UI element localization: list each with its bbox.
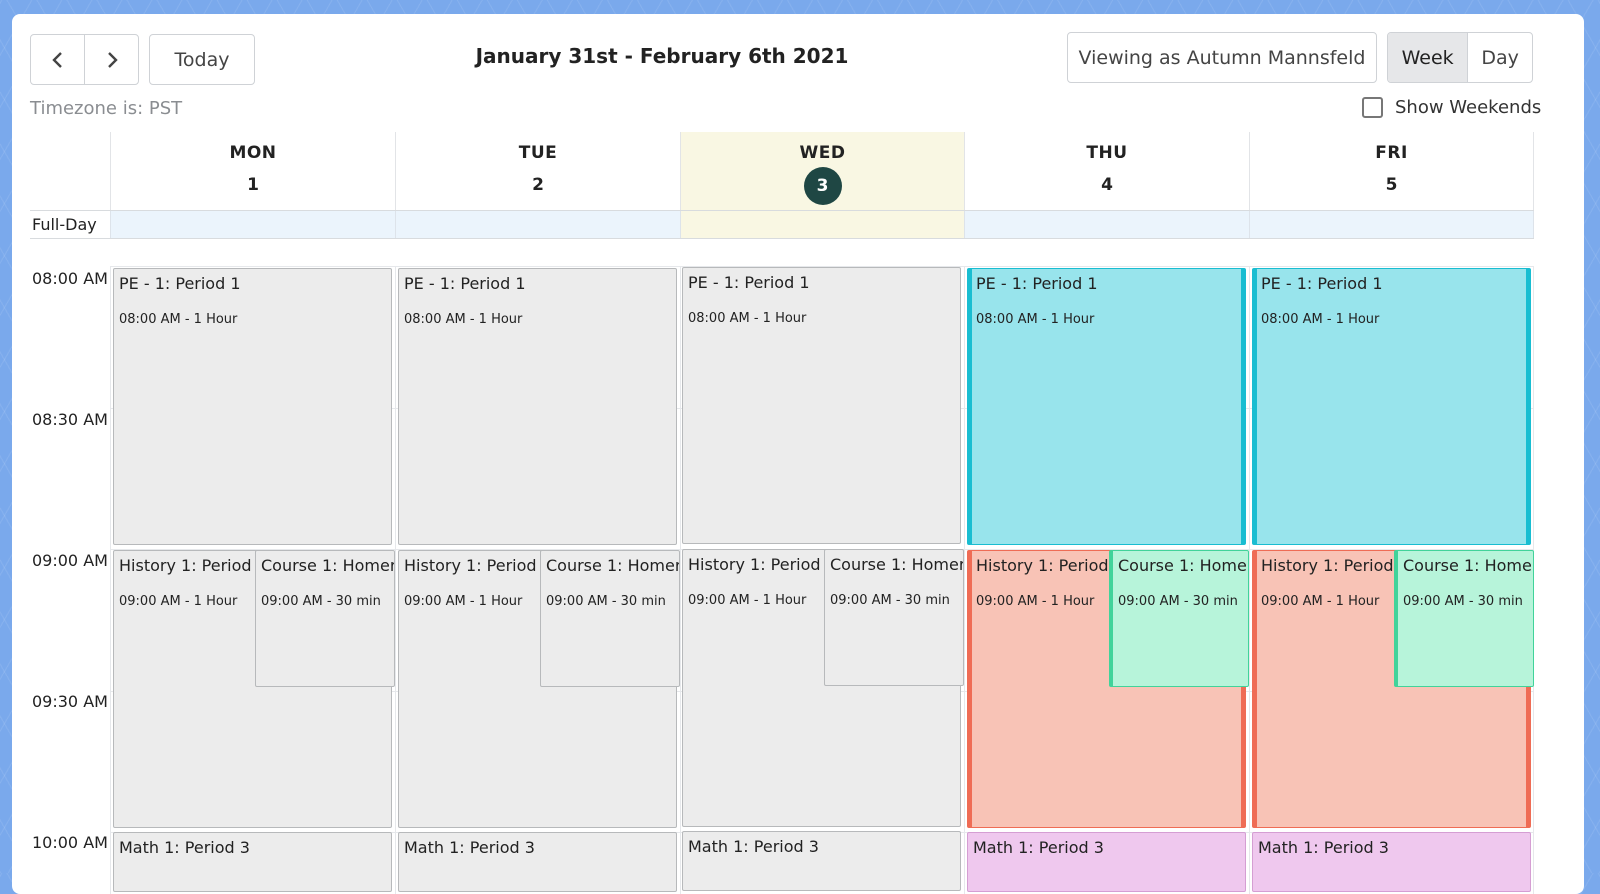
event-pe-wed[interactable]: PE - 1: Period 1 08:00 AM - 1 Hour <box>682 267 961 544</box>
day-header-thu[interactable]: THU 4 <box>964 132 1249 210</box>
day-name: TUE <box>518 143 558 163</box>
week-view-button[interactable]: Week <box>1388 33 1468 82</box>
event-title: History 1: Period 2 <box>1261 556 1409 575</box>
grid-line <box>395 266 396 894</box>
event-title: History 1: Period 2 <box>404 556 552 575</box>
event-math-fri[interactable]: Math 1: Period 3 <box>1252 832 1531 892</box>
event-pe-mon[interactable]: PE - 1: Period 1 08:00 AM - 1 Hour <box>113 268 392 545</box>
show-weekends-checkbox[interactable] <box>1362 97 1383 118</box>
event-title: PE - 1: Period 1 <box>1261 274 1383 293</box>
event-title: Math 1: Period 3 <box>973 838 1104 857</box>
event-title: Course 1: Homeroom <box>261 556 394 575</box>
day-number: 4 <box>1101 175 1113 195</box>
event-math-wed[interactable]: Math 1: Period 3 <box>682 831 961 891</box>
time-label: 09:30 AM <box>32 692 108 711</box>
event-title: Course 1: Homeroom <box>830 555 963 574</box>
event-time: 09:00 AM - 30 min <box>1403 594 1523 609</box>
view-switcher: Week Day <box>1387 32 1533 83</box>
event-title: Math 1: Period 3 <box>404 838 535 857</box>
day-header-fri[interactable]: FRI 5 <box>1249 132 1534 210</box>
event-title: Course 1: Homeroom <box>546 556 679 575</box>
event-time: 09:00 AM - 1 Hour <box>404 594 523 609</box>
event-pe-fri[interactable]: PE - 1: Period 1 08:00 AM - 1 Hour <box>1252 268 1531 545</box>
event-time: 08:00 AM - 1 Hour <box>404 312 523 327</box>
next-week-button[interactable] <box>84 35 138 84</box>
event-math-tue[interactable]: Math 1: Period 3 <box>398 832 677 892</box>
day-header-mon[interactable]: MON 1 <box>110 132 395 210</box>
event-time: 09:00 AM - 1 Hour <box>688 593 807 608</box>
time-label: 10:00 AM <box>32 833 108 852</box>
day-number: 1 <box>247 175 259 195</box>
day-name: FRI <box>1375 143 1408 163</box>
event-title: PE - 1: Period 1 <box>688 273 810 292</box>
event-homeroom-mon[interactable]: Course 1: Homeroom 09:00 AM - 30 min <box>255 550 395 687</box>
show-weekends-toggle[interactable]: Show Weekends <box>1362 97 1541 118</box>
event-title: Math 1: Period 3 <box>688 837 819 856</box>
event-time: 09:00 AM - 1 Hour <box>976 594 1095 609</box>
timezone-label: Timezone is: PST <box>30 98 183 119</box>
nav-button-group <box>30 34 139 85</box>
full-day-row: Full-Day <box>30 210 1534 239</box>
event-title: PE - 1: Period 1 <box>404 274 526 293</box>
today-indicator: 3 <box>803 167 842 205</box>
day-view-button[interactable]: Day <box>1467 33 1532 82</box>
event-time: 09:00 AM - 1 Hour <box>119 594 238 609</box>
event-time: 09:00 AM - 30 min <box>1118 594 1238 609</box>
event-time: 08:00 AM - 1 Hour <box>688 311 807 326</box>
time-label: 09:00 AM <box>32 551 108 570</box>
event-pe-tue[interactable]: PE - 1: Period 1 08:00 AM - 1 Hour <box>398 268 677 545</box>
event-time: 08:00 AM - 1 Hour <box>119 312 238 327</box>
event-time: 09:00 AM - 1 Hour <box>1261 594 1380 609</box>
day-name: WED <box>799 143 846 163</box>
day-header-tue[interactable]: TUE 2 <box>395 132 680 210</box>
event-math-thu[interactable]: Math 1: Period 3 <box>967 832 1246 892</box>
show-weekends-label: Show Weekends <box>1395 97 1542 118</box>
chevron-left-icon <box>51 51 62 68</box>
full-day-cell-wed[interactable] <box>680 211 964 238</box>
event-title: Course 1: Homeroom <box>1403 556 1533 575</box>
event-title: History 1: Period 2 <box>976 556 1124 575</box>
grid-line <box>680 266 681 894</box>
event-time: 09:00 AM - 30 min <box>830 593 950 608</box>
event-homeroom-fri[interactable]: Course 1: Homeroom 09:00 AM - 30 min <box>1394 550 1534 687</box>
date-range-title: January 31st - February 6th 2021 <box>475 44 849 68</box>
event-homeroom-thu[interactable]: Course 1: Homeroom 09:00 AM - 30 min <box>1109 550 1249 687</box>
event-title: Math 1: Period 3 <box>1258 838 1389 857</box>
grid-line <box>964 266 965 894</box>
today-button[interactable]: Today <box>149 34 255 85</box>
day-header-wed[interactable]: WED 3 <box>680 132 964 210</box>
event-title: Course 1: Homeroom <box>1118 556 1248 575</box>
event-title: PE - 1: Period 1 <box>119 274 241 293</box>
full-day-cell-fri[interactable] <box>1249 211 1534 238</box>
event-homeroom-wed[interactable]: Course 1: Homeroom 09:00 AM - 30 min <box>824 549 964 686</box>
viewing-as-button[interactable]: Viewing as Autumn Mannsfeld <box>1067 32 1377 83</box>
time-label: 08:00 AM <box>32 269 108 288</box>
event-title: Math 1: Period 3 <box>119 838 250 857</box>
event-math-mon[interactable]: Math 1: Period 3 <box>113 832 392 892</box>
event-time: 09:00 AM - 30 min <box>546 594 666 609</box>
full-day-label: Full-Day <box>32 215 97 234</box>
event-pe-thu[interactable]: PE - 1: Period 1 08:00 AM - 1 Hour <box>967 268 1246 545</box>
full-day-cell-tue[interactable] <box>395 211 680 238</box>
prev-week-button[interactable] <box>31 35 84 84</box>
chevron-right-icon <box>107 51 118 68</box>
event-time: 08:00 AM - 1 Hour <box>1261 312 1380 327</box>
event-title: History 1: Period 2 <box>119 556 267 575</box>
grid-line <box>110 266 111 894</box>
day-name: MON <box>229 143 277 163</box>
day-name: THU <box>1086 143 1128 163</box>
event-title: History 1: Period 2 <box>688 555 836 574</box>
event-time: 09:00 AM - 30 min <box>261 594 381 609</box>
full-day-cell-mon[interactable] <box>110 211 395 238</box>
calendar-panel: Today January 31st - February 6th 2021 V… <box>12 14 1584 894</box>
grid-line <box>1249 266 1250 894</box>
day-number: 2 <box>532 175 544 195</box>
event-title: PE - 1: Period 1 <box>976 274 1098 293</box>
full-day-cell-thu[interactable] <box>964 211 1249 238</box>
event-homeroom-tue[interactable]: Course 1: Homeroom 09:00 AM - 30 min <box>540 550 680 687</box>
time-label: 08:30 AM <box>32 410 108 429</box>
event-time: 08:00 AM - 1 Hour <box>976 312 1095 327</box>
day-number: 5 <box>1385 175 1398 195</box>
